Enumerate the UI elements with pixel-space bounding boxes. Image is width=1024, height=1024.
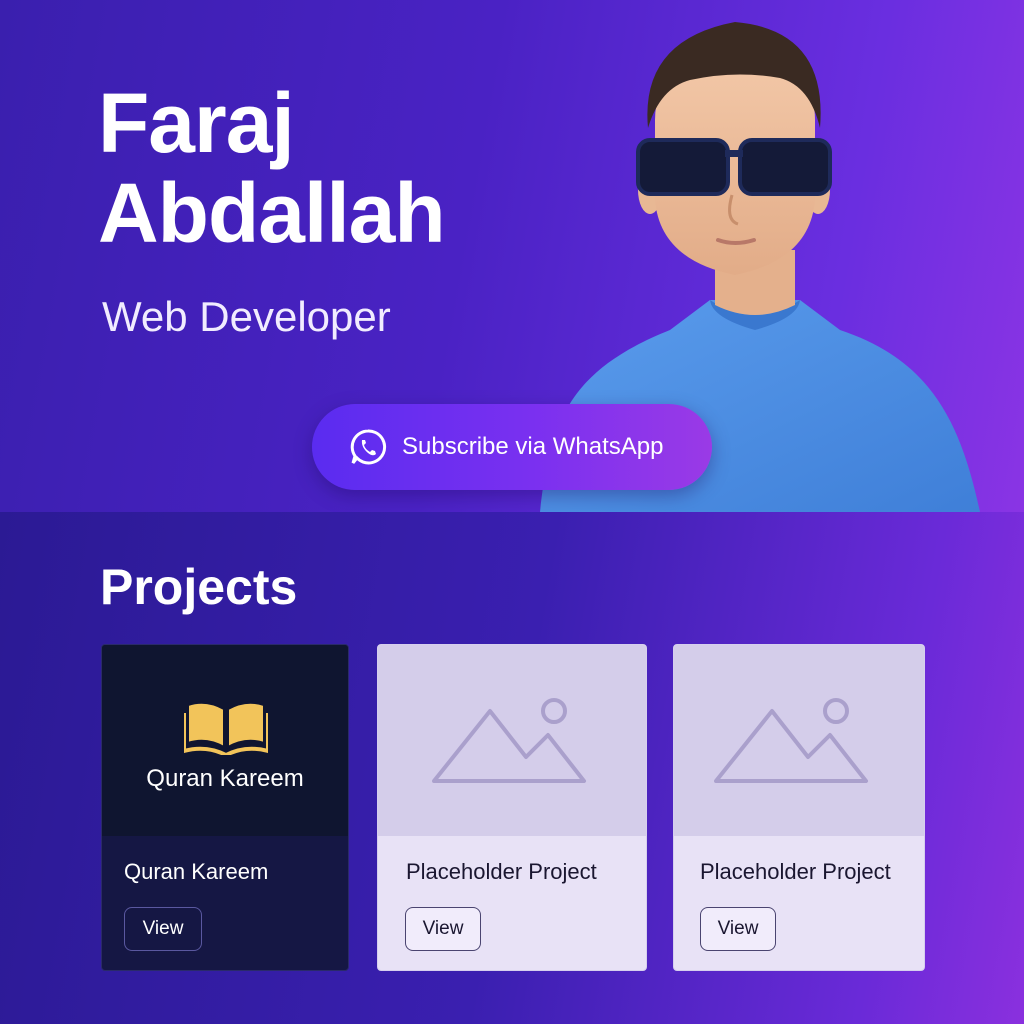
profile-role: Web Developer: [102, 293, 391, 340]
profile-name: Faraj Abdallah: [98, 76, 446, 260]
project-title: Quran Kareem: [124, 859, 269, 884]
profile-last-name: Abdallah: [98, 166, 446, 260]
profile-first-name: Faraj: [98, 76, 295, 170]
project-thumbnail[interactable]: [674, 645, 924, 836]
image-placeholder-icon: [432, 698, 586, 783]
project-card-placeholder-1: Placeholder Project View: [377, 644, 647, 971]
subscribe-label: Subscribe via WhatsApp: [402, 433, 664, 460]
thumbnail-label: Quran Kareem: [146, 765, 304, 792]
open-book-icon: [184, 701, 268, 755]
view-button[interactable]: View: [405, 907, 481, 951]
project-title: Placeholder Project: [406, 859, 597, 884]
whatsapp-icon: [350, 429, 387, 465]
image-placeholder-icon: [714, 698, 868, 783]
project-card-placeholder-2: Placeholder Project View: [673, 644, 925, 971]
project-thumbnail[interactable]: [378, 645, 646, 836]
projects-heading: Projects: [100, 559, 298, 615]
view-button[interactable]: View: [124, 907, 202, 951]
project-thumbnail[interactable]: Quran Kareem: [102, 645, 348, 836]
hero-section: Faraj Abdallah Web Developer Subscribe v…: [0, 0, 1024, 512]
project-card-quran-kareem: Quran Kareem Quran Kareem View: [101, 644, 349, 971]
view-button[interactable]: View: [700, 907, 776, 951]
project-title: Placeholder Project: [700, 859, 891, 884]
subscribe-whatsapp-button[interactable]: Subscribe via WhatsApp: [312, 404, 712, 490]
